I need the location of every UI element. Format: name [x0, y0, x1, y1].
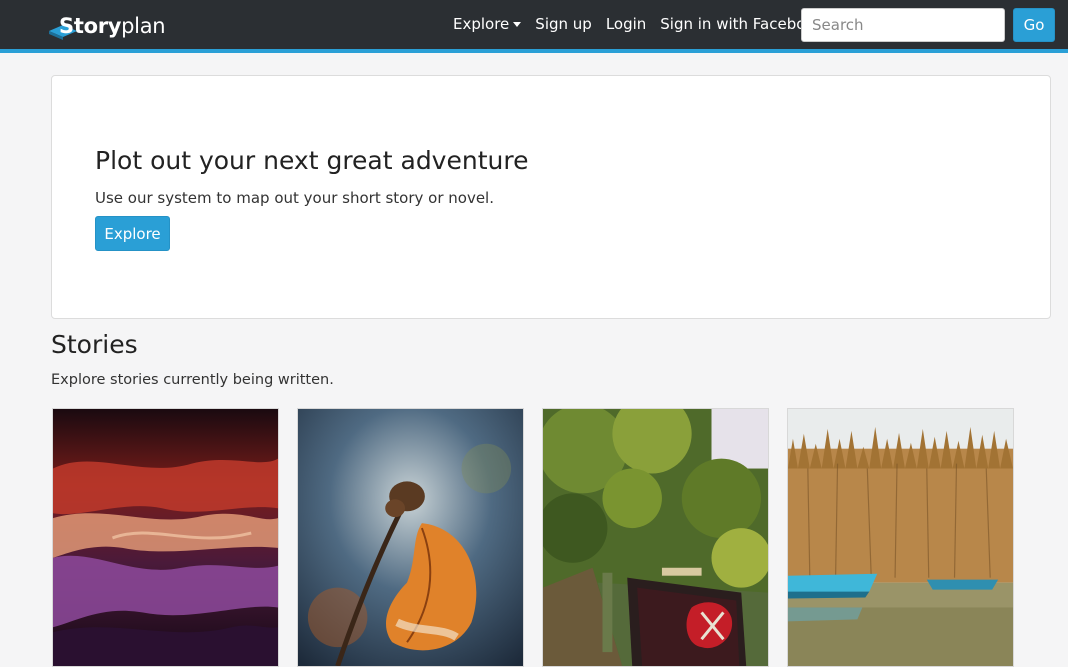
story-card-canyon[interactable] — [52, 408, 279, 667]
nav-explore-dropdown[interactable]: Explore — [453, 15, 522, 33]
story-card-canal-boat[interactable] — [542, 408, 769, 667]
canal-boat-photo — [543, 409, 768, 666]
navbar: Storyplan Explore Sign up Login Sign in … — [0, 0, 1068, 53]
stories-subtitle: Explore stories currently being written. — [51, 372, 334, 388]
nav-facebook-signin-link[interactable]: Sign in with Facebook — [660, 15, 823, 33]
hero-explore-button[interactable]: Explore — [95, 216, 170, 251]
story-card-autumn-leaf[interactable] — [297, 408, 524, 667]
nav-signup-link[interactable]: Sign up — [535, 15, 592, 33]
hero-title: Plot out your next great adventure — [95, 146, 529, 175]
caret-down-icon — [513, 21, 522, 27]
nav-explore-label: Explore — [453, 15, 510, 33]
search-go-button[interactable]: Go — [1013, 8, 1055, 42]
story-card-reeds-boats[interactable] — [787, 408, 1014, 667]
brand-name: Storyplan — [59, 14, 166, 38]
hero-text: Use our system to map out your short sto… — [95, 189, 494, 207]
hero-jumbotron: Plot out your next great adventure Use o… — [51, 75, 1051, 319]
brand-logo-link[interactable]: Storyplan — [49, 11, 166, 41]
nav-login-link[interactable]: Login — [606, 15, 646, 33]
stories-title: Stories — [51, 330, 138, 359]
canyon-photo — [53, 409, 278, 666]
reeds-boats-photo — [788, 409, 1013, 666]
nav-links: Explore Sign up Login Sign in with Faceb… — [453, 15, 837, 33]
search-input[interactable] — [801, 8, 1005, 42]
autumn-leaf-photo — [298, 409, 523, 666]
